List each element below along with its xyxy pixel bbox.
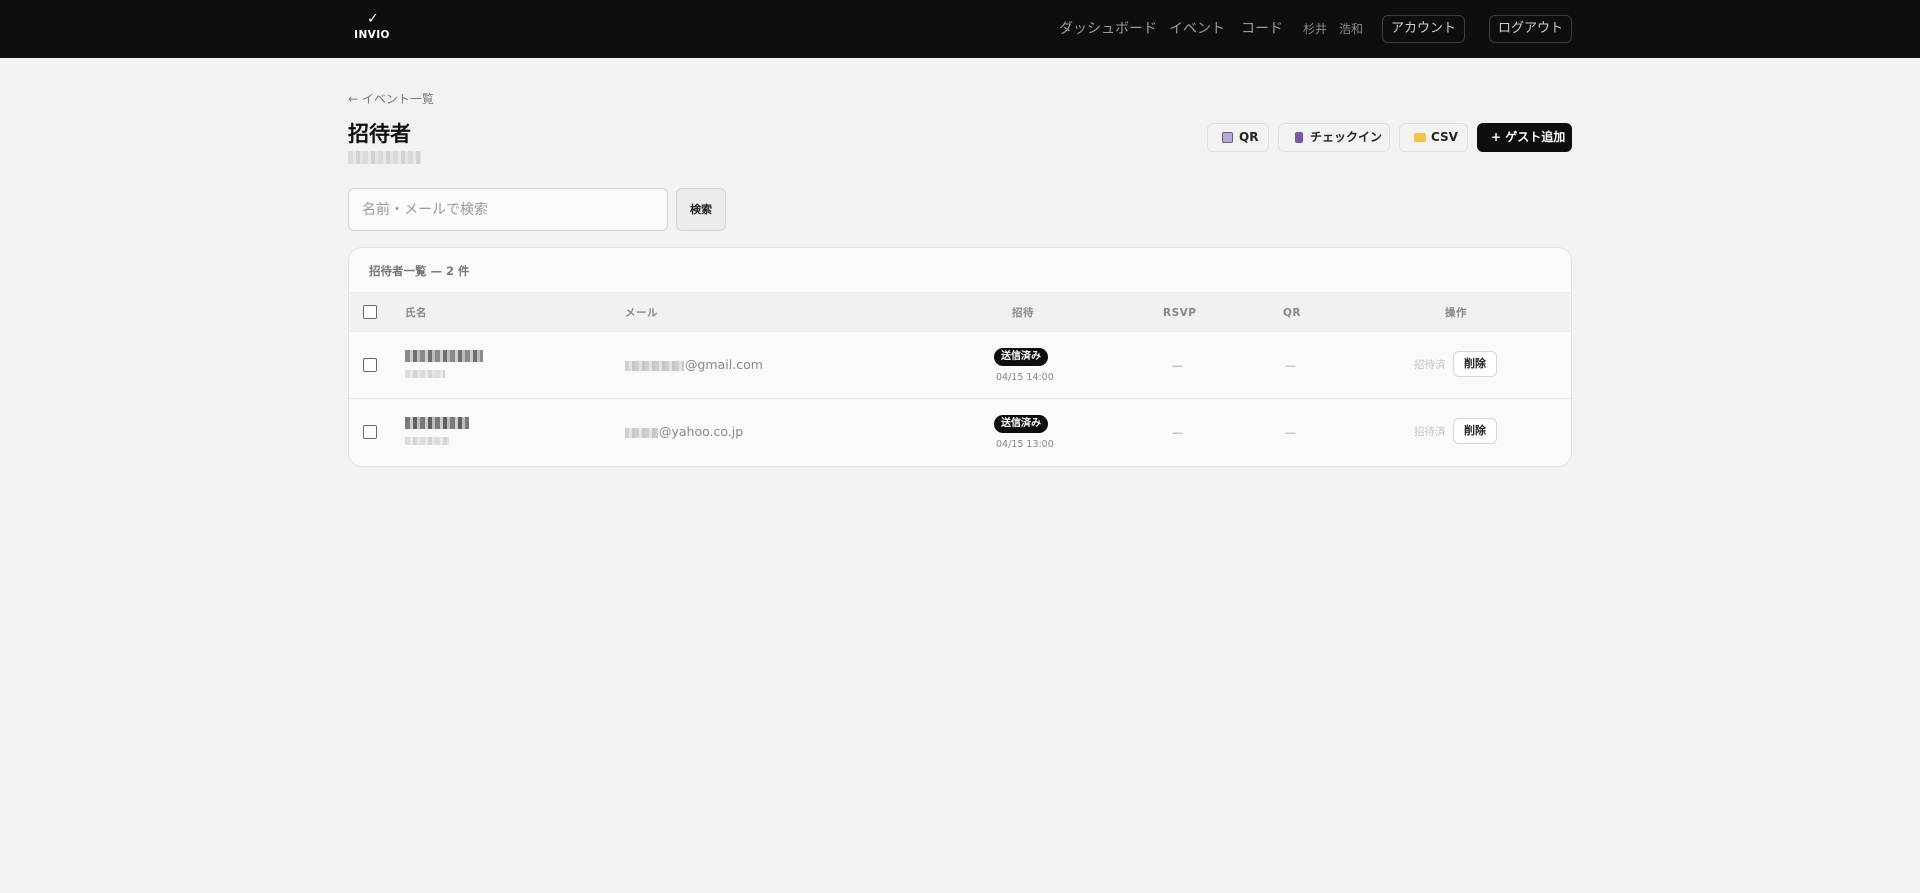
invite-sent-time: 04/15 14:00: [996, 372, 1054, 383]
add-guest-button-label: + ゲスト追加: [1491, 130, 1566, 144]
checkin-button[interactable]: チェックイン: [1278, 123, 1390, 152]
add-guest-button[interactable]: + ゲスト追加: [1477, 123, 1572, 152]
qr-value: —: [1285, 426, 1296, 439]
qr-value: —: [1285, 359, 1296, 372]
top-navbar: ✓ INVIO ダッシュボード イベント コード 杉井 浩和 アカウント ログア…: [0, 0, 1920, 58]
table-header: 氏名 メール 招待 RSVP QR 操作: [349, 292, 1571, 332]
email-domain: @yahoo.co.jp: [659, 424, 744, 439]
select-all-checkbox[interactable]: [363, 305, 377, 319]
guest-email: @yahoo.co.jp: [625, 424, 743, 440]
search-button[interactable]: 検索: [676, 188, 726, 231]
qr-button-label: QR: [1239, 130, 1259, 144]
checkin-device-icon: [1295, 132, 1303, 143]
invite-status-badge: 送信済み: [994, 415, 1048, 433]
column-header-qr: QR: [1283, 307, 1302, 319]
rsvp-value: —: [1172, 359, 1183, 372]
row-checkbox[interactable]: [363, 358, 377, 372]
nav-events-link[interactable]: イベント: [1169, 20, 1225, 38]
nav-code-link[interactable]: コード: [1241, 20, 1283, 38]
invited-status: 招待済: [1414, 359, 1446, 371]
invite-sent-time: 04/15 13:00: [996, 439, 1054, 450]
qr-button[interactable]: QR: [1207, 123, 1269, 152]
column-header-invite: 招待: [1012, 307, 1034, 319]
search-input[interactable]: [348, 188, 668, 231]
table-row: @gmail.com 送信済み 04/15 14:00 — — 招待済 削除: [349, 332, 1571, 399]
invio-logo[interactable]: ✓ INVIO: [354, 11, 394, 44]
email-domain: @gmail.com: [685, 357, 763, 372]
row-checkbox[interactable]: [363, 425, 377, 439]
email-local-redacted: [625, 427, 658, 438]
guest-email: @gmail.com: [625, 357, 763, 373]
column-header-name: 氏名: [405, 307, 427, 319]
event-name-redacted: [348, 151, 421, 164]
email-local-redacted: [625, 360, 684, 371]
page-title: 招待者: [348, 122, 411, 146]
invite-status-badge: 送信済み: [994, 348, 1048, 366]
back-to-events-link[interactable]: ← イベント一覧: [348, 91, 434, 107]
column-header-rsvp: RSVP: [1163, 307, 1197, 319]
guest-table-card: 招待者一覧 — 2 件 氏名 メール 招待 RSVP QR 操作 @gmail.…: [348, 247, 1572, 467]
invited-status: 招待済: [1414, 426, 1446, 438]
column-header-email: メール: [625, 307, 658, 319]
checkin-button-label: チェックイン: [1310, 130, 1383, 144]
logo-check-icon: ✓: [367, 11, 379, 27]
rsvp-value: —: [1172, 426, 1183, 439]
folder-icon: [1414, 133, 1426, 142]
user-name: 杉井 浩和: [1303, 22, 1364, 36]
guest-name-redacted: [405, 350, 483, 362]
guest-subname-redacted: [405, 437, 449, 445]
guest-table-title: 招待者一覧 — 2 件: [369, 264, 470, 278]
delete-button[interactable]: 削除: [1453, 351, 1497, 377]
nav-dashboard-link[interactable]: ダッシュボード: [1059, 20, 1157, 38]
qr-icon: [1222, 132, 1233, 143]
account-button[interactable]: アカウント: [1382, 15, 1465, 43]
guest-name-redacted: [405, 417, 469, 429]
guest-subname-redacted: [405, 370, 445, 378]
column-header-actions: 操作: [1445, 307, 1467, 319]
csv-button[interactable]: CSV: [1399, 123, 1468, 152]
logout-button[interactable]: ログアウト: [1489, 15, 1572, 43]
logo-text: INVIO: [354, 29, 390, 41]
delete-button[interactable]: 削除: [1453, 418, 1497, 444]
csv-button-label: CSV: [1431, 130, 1458, 144]
table-row: @yahoo.co.jp 送信済み 04/15 13:00 — — 招待済 削除: [349, 399, 1571, 466]
